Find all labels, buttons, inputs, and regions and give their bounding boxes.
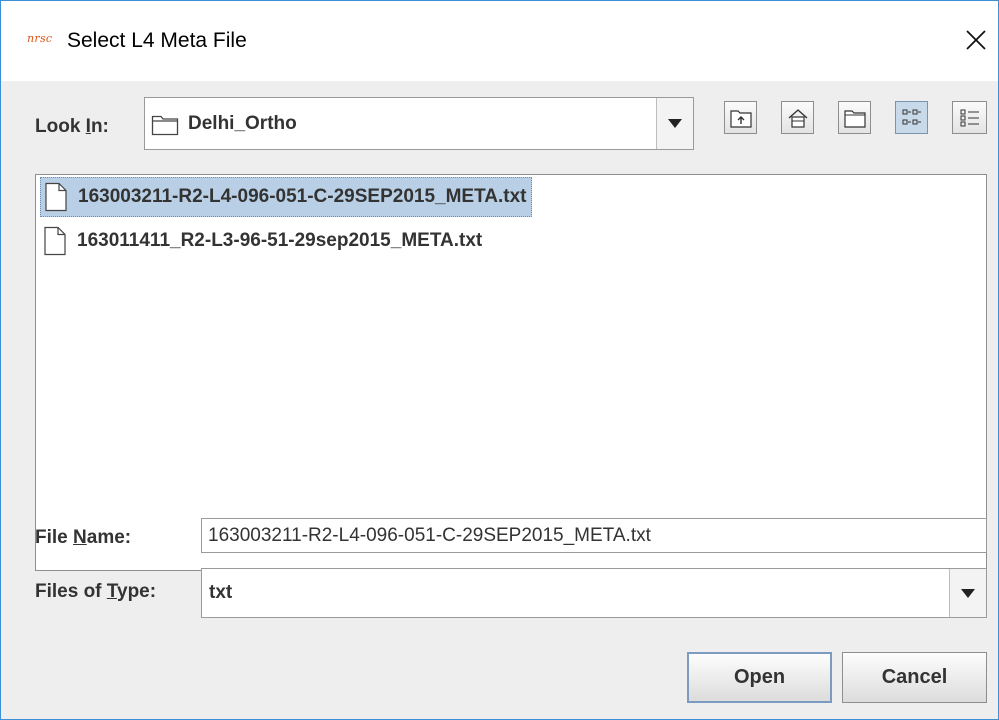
home-icon [788,108,807,128]
chevron-down-icon [668,119,682,128]
up-folder-icon [729,109,752,128]
file-type-value: txt [209,582,233,603]
dialog-title: Select L4 Meta File [67,29,247,52]
up-one-level-button[interactable] [724,101,757,134]
cancel-button[interactable]: Cancel [842,652,987,703]
folder-icon [151,115,179,136]
list-view-button[interactable] [895,101,928,134]
open-button[interactable]: Open [687,652,832,703]
close-button[interactable] [959,23,993,57]
look-in-label: Look In: [35,116,109,137]
file-name-text: 163003211-R2-L4-096-051-C-29SEP2015_META… [78,186,527,207]
dialog-content: Look In: Delhi_Ortho 163003211-R2-L4-096… [1,81,998,719]
file-chooser-dialog: nrsc Select L4 Meta File Look In: Delhi_… [0,0,999,720]
create-new-folder-button[interactable] [838,101,871,134]
look-in-combo[interactable]: Delhi_Ortho [144,97,694,150]
close-icon [966,30,986,50]
file-icon [44,226,66,256]
new-folder-icon [843,109,866,128]
title-bar[interactable]: nrsc Select L4 Meta File [1,1,998,81]
file-type-label: Files of Type: [35,581,157,602]
details-view-icon [960,109,979,126]
file-name-label: File Name: [35,527,132,548]
file-type-combo[interactable]: txt [201,568,987,618]
home-button[interactable] [781,101,814,134]
details-view-button[interactable] [952,101,987,134]
file-list-item[interactable]: 163011411_R2-L3-96-51-29sep2015_META.txt [40,221,486,261]
look-in-value: Delhi_Ortho [188,113,297,134]
file-icon [45,182,67,212]
look-in-dropdown-arrow[interactable] [656,98,693,149]
chevron-down-icon [961,588,975,598]
app-logo: nrsc [27,32,53,45]
file-type-dropdown-arrow[interactable] [949,569,986,617]
list-view-icon [902,109,921,124]
file-name-text: 163011411_R2-L3-96-51-29sep2015_META.txt [77,230,483,251]
file-list[interactable]: 163003211-R2-L4-096-051-C-29SEP2015_META… [35,174,987,571]
file-list-item[interactable]: 163003211-R2-L4-096-051-C-29SEP2015_META… [40,177,532,217]
file-name-input[interactable] [201,518,987,553]
